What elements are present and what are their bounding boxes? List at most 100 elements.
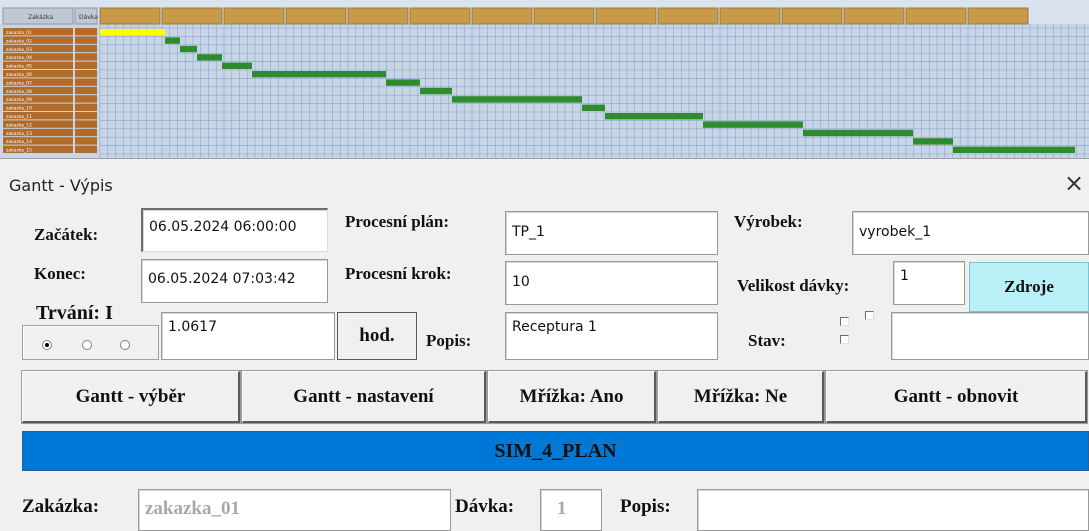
gantt-bar [252, 71, 386, 78]
trvani-radio-minutes[interactable] [82, 340, 92, 350]
row-label-text: zakazka_01 [6, 30, 32, 36]
header-text: Dávka [79, 14, 98, 21]
row-label-text: zakazka_03 [6, 47, 32, 53]
trvani-field[interactable]: 1.0617 [161, 312, 335, 360]
davka-label: Dávka: [455, 496, 515, 517]
timeline-header-cell [967, 7, 1029, 25]
hod-button[interactable]: hod. [337, 312, 417, 360]
gantt-bar [605, 113, 703, 120]
row-label-text: zakazka_09 [6, 97, 32, 103]
trvani-radio-hours[interactable] [42, 340, 52, 350]
row-label-text: zakazka_10 [6, 106, 32, 112]
row-davka-cell [75, 44, 97, 53]
row-label-text: zakazka_07 [6, 80, 32, 86]
gantt-grid: Zakázka Dávka zakazka_01 zakazka_02 zakazka_… [0, 0, 1089, 160]
row-label-text: zakazka_11 [6, 114, 32, 120]
mrizka-ano-button[interactable]: Mřížka: Ano [488, 371, 656, 423]
velikost-davky-label: Velikost dávky: [737, 276, 850, 295]
row-label-text: zakazka_08 [6, 89, 32, 95]
plan-name-banner: SIM_4_PLAN [22, 431, 1089, 471]
gantt-bar [386, 79, 420, 86]
row-davka-cell [75, 120, 97, 128]
timeline-header-cell [409, 7, 471, 25]
row-label-text: zakazka_04 [6, 55, 32, 61]
vyrobek-label: Výrobek: [734, 212, 803, 231]
timeline-header-cell [471, 7, 533, 25]
timeline-header-cell [285, 7, 347, 25]
trvani-label: Trvání: I [32, 302, 117, 325]
gantt-bar [953, 146, 1075, 153]
gantt-bar [582, 104, 605, 111]
zakazka-label: Zakázka: [22, 496, 100, 517]
row-label-text: zakazka_14 [6, 139, 32, 145]
procesni-plan-label: Procesní plán: [345, 212, 450, 231]
row-davka-cell [75, 53, 97, 61]
mrizka-ne-button[interactable]: Mřížka: Ne [658, 371, 824, 423]
zacatek-field[interactable]: 06.05.2024 06:00:00 [141, 208, 328, 252]
zdroje-button[interactable]: Zdroje [969, 262, 1089, 312]
gantt-bar [420, 87, 452, 95]
gantt-vypis-dialog: Gantt - Výpis × Začátek: 06.05.2024 06:0… [0, 158, 1089, 531]
stav-label: Stav: [748, 331, 786, 350]
timeline-header-cell [223, 7, 285, 25]
vyrobek-field[interactable]: vyrobek_1 [852, 211, 1089, 255]
zacatek-label: Začátek: [34, 225, 99, 244]
gantt-sheet: Zakázka Dávka zakazka_01 zakazka_02 zakazka_… [0, 0, 1089, 160]
row-davka-cell [75, 95, 97, 103]
row-label-text: zakazka_13 [6, 131, 32, 137]
row-label-text: zakazka_15 [6, 148, 32, 154]
row-davka-cell [75, 70, 97, 78]
bottom-popis-label: Popis: [620, 496, 671, 517]
dialog-title: Gantt - Výpis [9, 176, 113, 195]
gantt-bar [222, 62, 252, 69]
gantt-bar [197, 54, 222, 61]
gantt-nastaveni-button[interactable]: Gantt - nastavení [242, 371, 486, 423]
timeline-header-cell [99, 7, 161, 25]
bottom-popis-field[interactable] [697, 489, 1089, 531]
stav-checkbox-2[interactable] [865, 311, 874, 320]
row-label-text: zakazka_02 [6, 38, 32, 44]
row-davka-cell [75, 103, 97, 111]
row-davka-cell [75, 112, 97, 120]
close-icon[interactable]: × [1063, 171, 1085, 195]
timeline-header-cell [719, 7, 781, 25]
timeline-header-cell [843, 7, 905, 25]
trvani-radio-seconds[interactable] [120, 340, 130, 350]
row-label-text: zakazka_06 [6, 72, 32, 78]
gantt-bar [100, 29, 165, 36]
gantt-bar [803, 129, 913, 137]
row-davka-cell [75, 36, 97, 44]
row-davka-cell [75, 137, 97, 145]
timeline-header-cell [533, 7, 595, 25]
popis-label: Popis: [426, 331, 472, 350]
header-text: Zakázka [28, 14, 53, 21]
timeline-header-cell [161, 7, 223, 25]
stav-checkbox-1[interactable] [840, 317, 849, 326]
procesni-plan-field[interactable]: TP_1 [505, 211, 718, 255]
row-davka-cell [75, 86, 97, 95]
gantt-bar [180, 45, 197, 53]
gantt-bar [703, 121, 803, 128]
row-davka-cell [75, 145, 97, 153]
gantt-obnovit-button[interactable]: Gantt - obnovit [826, 371, 1087, 423]
konec-field[interactable]: 06.05.2024 07:03:42 [141, 259, 328, 303]
gantt-bar [165, 37, 180, 44]
davka-field[interactable]: 1 [540, 489, 602, 531]
row-davka-cell [75, 78, 97, 86]
konec-label: Konec: [34, 264, 86, 283]
procesni-krok-field[interactable]: 10 [505, 261, 718, 305]
velikost-davky-field[interactable]: 1 [893, 261, 965, 305]
stav-field[interactable] [891, 312, 1089, 360]
zakazka-field[interactable]: zakazka_01 [138, 489, 451, 531]
timeline-header-cell [781, 7, 843, 25]
timeline-header-cell [905, 7, 967, 25]
row-label-text: zakazka_05 [6, 64, 32, 70]
timeline-header-cell [595, 7, 657, 25]
row-label-text: zakazka_12 [6, 122, 32, 128]
row-davka-cell [75, 61, 97, 69]
gantt-vyber-button[interactable]: Gantt - výběr [22, 371, 240, 423]
popis-field[interactable]: Receptura 1 [505, 312, 718, 360]
stav-checkbox-3[interactable] [840, 335, 849, 344]
gantt-bar [913, 138, 953, 145]
row-davka-cell [75, 28, 97, 36]
